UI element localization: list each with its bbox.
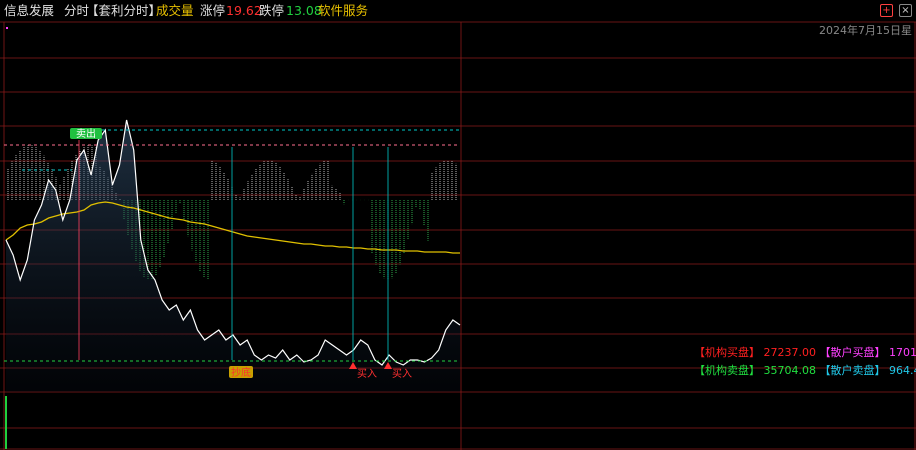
header-bar: 信息发展 分时 【套利分时】 成交量 涨停 19.62 跌停 13.08 软件服… — [0, 0, 916, 22]
retail-sell-label: 【散户卖盘】 — [819, 364, 886, 377]
window-controls: + × — [880, 4, 912, 17]
date-label: 2024年7月15日星 — [819, 23, 912, 37]
retail-buy-value: 1701.9 — [889, 346, 916, 359]
limit-down-value: 13.08 — [286, 3, 322, 18]
indicator-label[interactable]: 【套利分时】 — [86, 0, 161, 22]
volume-label[interactable]: 成交量 — [156, 0, 194, 22]
institution-buy-label: 【机构买盘】 — [694, 346, 760, 359]
intraday-chart: 2024年7月15日星 卖出抄底 买入 买入 — [0, 21, 916, 450]
order-flow-panel: 【机构买盘】 27237.00 【散户买盘】 1701.9 【机构卖盘】 357… — [694, 344, 916, 380]
buy-row: 【机构买盘】 27237.00 【散户买盘】 1701.9 — [694, 344, 916, 362]
retail-sell-value: 964.42 — [889, 364, 916, 377]
institution-sell-value: 35704.08 — [763, 364, 817, 377]
stock-name[interactable]: 信息发展 — [4, 0, 54, 22]
institution-buy-value: 27237.00 — [763, 346, 817, 359]
institution-sell-label: 【机构卖盘】 — [694, 364, 760, 377]
corner-dot — [6, 27, 8, 29]
sell-row: 【机构卖盘】 35704.08 【散户卖盘】 964.42 — [694, 362, 916, 380]
service-label[interactable]: 软件服务 — [318, 0, 368, 22]
buy3-marker-label: 买入 — [392, 368, 412, 380]
limit-up-label: 涨停 — [200, 3, 226, 18]
buy1-marker-label: 抄底 — [231, 366, 251, 379]
limit-up-value: 19.62 — [226, 3, 262, 18]
buy2-marker-label: 买入 — [357, 368, 377, 380]
add-icon[interactable]: + — [880, 4, 893, 17]
sell-marker-label: 卖出 — [76, 127, 96, 140]
close-icon[interactable]: × — [899, 4, 912, 17]
limit-down-label: 跌停 — [259, 3, 285, 18]
retail-buy-label: 【散户买盘】 — [819, 346, 886, 359]
